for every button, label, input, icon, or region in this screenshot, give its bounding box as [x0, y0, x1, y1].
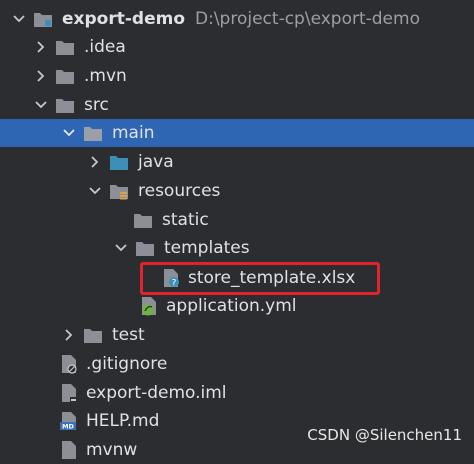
tree-row-export-demo[interactable]: export-demo D:\project-cp\export-demo — [0, 5, 474, 33]
tree-label-java: java — [138, 152, 174, 172]
tree-label-src: src — [84, 95, 109, 115]
svg-text:MD: MD — [62, 423, 74, 431]
tree-row-resources[interactable]: resources — [0, 177, 474, 205]
tree-label-test: test — [112, 325, 145, 345]
folder-icon — [134, 238, 156, 258]
project-path: D:\project-cp\export-demo — [195, 9, 420, 29]
iml-file-icon — [58, 383, 80, 403]
folder-icon — [132, 210, 154, 230]
folder-icon — [82, 123, 104, 143]
chevron-right-icon[interactable] — [62, 328, 76, 342]
tree-label-iml: export-demo.iml — [86, 383, 227, 403]
chevron-down-icon[interactable] — [114, 241, 128, 255]
tree-label-main: main — [112, 123, 155, 143]
chevron-down-icon[interactable] — [88, 184, 102, 198]
tree-label-templates: templates — [164, 238, 250, 258]
highlight-box — [140, 262, 380, 295]
file-icon — [58, 440, 80, 460]
tree-label-help: HELP.md — [86, 411, 160, 431]
tree-label-mvn: .mvn — [84, 66, 127, 86]
tree-row-mvn[interactable]: .mvn — [0, 62, 474, 90]
tree-label-root: export-demo — [62, 9, 186, 29]
tree-label-idea: .idea — [84, 37, 126, 57]
tree-row-main[interactable]: main — [0, 119, 474, 147]
chevron-down-icon[interactable] — [62, 126, 76, 140]
tree-label-static: static — [162, 210, 209, 230]
gitignore-file-icon — [58, 354, 80, 374]
folder-icon — [54, 95, 76, 115]
chevron-right-icon[interactable] — [34, 69, 48, 83]
resources-folder-icon — [108, 181, 130, 201]
tree-row-test[interactable]: test — [0, 321, 474, 349]
tree-row-src[interactable]: src — [0, 91, 474, 119]
tree-row-static[interactable]: static — [0, 206, 474, 234]
tree-label-mvnw: mvnw — [86, 440, 138, 460]
tree-row-iml[interactable]: export-demo.iml — [0, 379, 474, 407]
folder-icon — [54, 66, 76, 86]
markdown-file-icon: MD — [58, 411, 80, 431]
chevron-right-icon[interactable] — [88, 155, 102, 169]
watermark: CSDN @Silenchen11 — [307, 426, 462, 444]
source-folder-icon — [108, 152, 130, 172]
tree-row-gitignore[interactable]: .gitignore — [0, 350, 474, 378]
chevron-down-icon[interactable] — [12, 12, 26, 26]
chevron-down-icon[interactable] — [34, 98, 48, 112]
folder-icon — [54, 37, 76, 57]
tree-row-templates[interactable]: templates — [0, 234, 474, 262]
tree-label-application-yml: application.yml — [166, 296, 297, 316]
tree-row-idea[interactable]: .idea — [0, 33, 474, 61]
tree-label-gitignore: .gitignore — [86, 354, 168, 374]
spring-config-icon — [138, 296, 160, 316]
folder-icon — [82, 325, 104, 345]
tree-row-application-yml[interactable]: application.yml — [0, 292, 474, 320]
tree-label-resources: resources — [138, 181, 221, 201]
tree-row-java[interactable]: java — [0, 148, 474, 176]
chevron-right-icon[interactable] — [34, 40, 48, 54]
module-icon — [32, 9, 54, 29]
